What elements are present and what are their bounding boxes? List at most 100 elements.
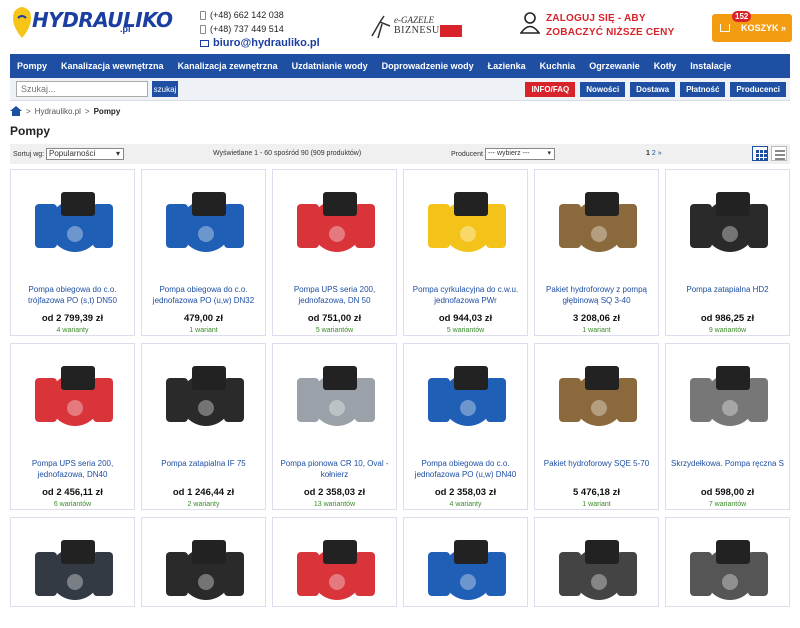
product-name[interactable]: Pompa cyrkulacyjna do c.w.u. jednofazowa… xyxy=(407,284,524,306)
product-image[interactable] xyxy=(152,174,257,280)
product-name[interactable]: Pompa pionowa CR 10, Oval - kołnierz xyxy=(276,458,393,480)
product-card[interactable]: Pompa obiegowa do c.o. jednofazowa PO (u… xyxy=(141,169,266,336)
product-image[interactable] xyxy=(676,522,781,628)
product-image[interactable] xyxy=(414,522,519,628)
nav-item-instalacje[interactable]: Instalacje xyxy=(683,61,738,71)
nav-item-doprowadzenie-wody[interactable]: Doprowadzenie wody xyxy=(375,61,481,71)
product-image[interactable] xyxy=(414,348,519,454)
product-price: od 751,00 zł xyxy=(307,313,362,324)
payment-button[interactable]: Płatność xyxy=(680,82,726,97)
sort-label: Sortuj wg: xyxy=(13,151,45,158)
product-card[interactable] xyxy=(141,517,266,607)
product-image[interactable] xyxy=(283,174,388,280)
product-card[interactable]: Pompa obiegowa do c.o. jednofazowa PO (u… xyxy=(403,343,528,510)
producer-label: Producent xyxy=(451,151,483,158)
product-name[interactable]: Pompa zatapialna HD2 xyxy=(669,284,786,295)
product-image[interactable] xyxy=(152,522,257,628)
news-button[interactable]: Nowości xyxy=(580,82,626,97)
product-card[interactable]: Pompa zatapialna IF 75 od 1 246,44 zł 2 wa… xyxy=(141,343,266,510)
search-bar: szukaj INFO/FAQ Nowości Dostawa Płatność… xyxy=(10,78,790,101)
chevron-down-icon: ▾ xyxy=(547,150,551,157)
login-link[interactable]: ZALOGUJ SIĘ - ABY ZOBACZYĆ NIŻSZE CENY xyxy=(520,12,674,40)
chevron-down-icon: ▾ xyxy=(115,149,120,158)
breadcrumb-home[interactable]: Hydrauliko.pl xyxy=(35,107,81,116)
product-name[interactable]: Pompa obiegowa do c.o. jednofazowa PO (u… xyxy=(145,284,262,306)
producer-select[interactable]: --- wybierz --- ▾ xyxy=(485,148,555,160)
product-name[interactable]: Pompa obiegowa do c.o. jednofazowa PO (u… xyxy=(407,458,524,480)
product-image[interactable] xyxy=(21,348,126,454)
grid-view-icon[interactable] xyxy=(752,146,768,161)
product-image[interactable] xyxy=(283,522,388,628)
email-link[interactable]: biuro@hydrauliko.pl xyxy=(213,36,320,50)
page-next-link[interactable]: » xyxy=(658,150,662,157)
cart-button[interactable]: 152 KOSZYK » xyxy=(712,11,792,42)
product-price: od 2 358,03 zł xyxy=(303,487,366,498)
product-name[interactable]: Pompa UPS seria 200, jednofazowa, DN 50 xyxy=(276,284,393,306)
search-input[interactable] xyxy=(16,81,148,97)
product-name[interactable]: Pakiet hydroforowy SQE 5-70 xyxy=(538,458,655,469)
product-variants: 6 wariantów xyxy=(53,501,92,508)
contact-info: (+48) 662 142 038 (+48) 737 449 514 biur… xyxy=(200,8,320,50)
nav-item-ogrzewanie[interactable]: Ogrzewanie xyxy=(582,61,647,71)
producer-value: --- wybierz --- xyxy=(488,150,530,157)
product-name[interactable]: Pompa zatapialna IF 75 xyxy=(145,458,262,469)
product-card[interactable]: Pompa pionowa CR 10, Oval - kołnierz od 2… xyxy=(272,343,397,510)
producers-button[interactable]: Producenci xyxy=(730,82,786,97)
nav-item-kuchnia[interactable]: Kuchnia xyxy=(533,61,583,71)
product-image[interactable] xyxy=(676,174,781,280)
product-image[interactable] xyxy=(676,348,781,454)
search-button[interactable]: szukaj xyxy=(152,81,178,97)
product-image[interactable] xyxy=(545,522,650,628)
product-card[interactable]: Pompa cyrkulacyjna do c.w.u. jednofazowa… xyxy=(403,169,528,336)
product-card[interactable] xyxy=(534,517,659,607)
product-card[interactable] xyxy=(10,517,135,607)
gazelle-icon xyxy=(371,15,391,39)
product-card[interactable]: Pompa UPS seria 200, jednofazowa, DN 50 o… xyxy=(272,169,397,336)
user-icon xyxy=(520,12,540,34)
product-image[interactable] xyxy=(545,348,650,454)
product-name[interactable]: Pompa obiegowa do c.o. trójfazowa PO (s,… xyxy=(14,284,131,306)
product-name[interactable]: Pakiet hydroforowy z pompą głębinową SQ … xyxy=(538,284,655,306)
product-card[interactable]: Pompa obiegowa do c.o. trójfazowa PO (s,… xyxy=(10,169,135,336)
delivery-button[interactable]: Dostawa xyxy=(630,82,676,97)
product-card[interactable]: Pompa zatapialna HD2 od 986,25 zł 9 warian… xyxy=(665,169,790,336)
hydrauliko-logo[interactable]: HYDRAULIKO .pl xyxy=(10,4,173,48)
product-card[interactable]: Pompa UPS seria 200, jednofazowa, DN40 od… xyxy=(10,343,135,510)
product-image[interactable] xyxy=(21,522,126,628)
product-card[interactable]: Skrzydełkowa. Pompa ręczna S od 598,00 zł… xyxy=(665,343,790,510)
home-icon[interactable] xyxy=(10,106,22,116)
product-variants: 7 wariantów xyxy=(708,501,747,508)
phone-2[interactable]: (+48) 737 449 514 xyxy=(210,22,284,36)
product-price: 5 476,18 zł xyxy=(572,487,620,498)
gazele-biznesu-badge[interactable]: e-GAZELE BIZNESU xyxy=(370,12,465,42)
product-image[interactable] xyxy=(414,174,519,280)
nav-item-kotly[interactable]: Kotły xyxy=(647,61,684,71)
product-variants: 5 wariantów xyxy=(446,327,485,334)
product-image[interactable] xyxy=(21,174,126,280)
product-card[interactable] xyxy=(403,517,528,607)
product-image[interactable] xyxy=(152,348,257,454)
product-price: od 598,00 zł xyxy=(700,487,755,498)
nav-item-lazienka[interactable]: Łazienka xyxy=(481,61,533,71)
product-card[interactable]: Pakiet hydroforowy SQE 5-70 5 476,18 zł 1 … xyxy=(534,343,659,510)
list-view-icon[interactable] xyxy=(771,146,787,161)
page-2-link[interactable]: 2 xyxy=(652,150,656,157)
product-card[interactable] xyxy=(272,517,397,607)
product-name[interactable]: Skrzydełkowa. Pompa ręczna S xyxy=(669,458,786,469)
info-faq-button[interactable]: INFO/FAQ xyxy=(525,82,576,97)
product-price: od 2 358,03 zł xyxy=(434,487,497,498)
phone-1[interactable]: (+48) 662 142 038 xyxy=(210,8,284,22)
cart-icon xyxy=(720,24,730,32)
product-variants: 2 warianty xyxy=(187,501,220,508)
product-name[interactable]: Pompa UPS seria 200, jednofazowa, DN40 xyxy=(14,458,131,480)
product-card[interactable]: Pakiet hydroforowy z pompą głębinową SQ … xyxy=(534,169,659,336)
product-card[interactable] xyxy=(665,517,790,607)
sort-select[interactable]: Popularności ▾ xyxy=(46,148,124,160)
nav-item-uzdatnianie-wody[interactable]: Uzdatnianie wody xyxy=(285,61,375,71)
nav-item-pompy[interactable]: Pompy xyxy=(10,61,54,71)
nav-item-kanalizacja-zewnetrzna[interactable]: Kanalizacja zewnętrzna xyxy=(171,61,285,71)
info-buttons: INFO/FAQ Nowości Dostawa Płatność Produc… xyxy=(525,82,786,97)
product-image[interactable] xyxy=(545,174,650,280)
product-image[interactable] xyxy=(283,348,388,454)
nav-item-kanalizacja-wewnetrzna[interactable]: Kanalizacja wewnętrzna xyxy=(54,61,171,71)
